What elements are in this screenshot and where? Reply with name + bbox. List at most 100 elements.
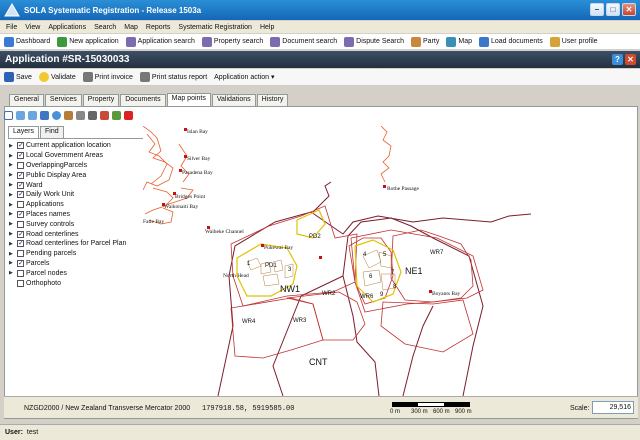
menu-item-0[interactable]: File <box>6 24 17 31</box>
measure-icon[interactable] <box>76 111 85 120</box>
zoom-extent-icon[interactable] <box>4 111 13 120</box>
toolbar-button-2[interactable]: Application search <box>125 36 195 47</box>
toolbar-button-3[interactable]: Property search <box>201 36 263 47</box>
pan-icon[interactable] <box>40 111 49 120</box>
tab-4[interactable]: Map points <box>166 93 211 106</box>
toolbar-button-7[interactable]: Map <box>446 36 472 47</box>
layer-tab-0[interactable]: Layers <box>8 126 40 138</box>
layer-checkbox[interactable]: ✓ <box>17 191 24 199</box>
scale-input[interactable]: 29,516 <box>592 401 634 414</box>
map-place-label: Waikonaiti Bay <box>164 204 198 210</box>
layer-checkbox[interactable] <box>17 279 24 287</box>
remove-point-icon[interactable] <box>124 111 133 120</box>
menu-item-1[interactable]: View <box>25 24 40 31</box>
layer-checkbox[interactable]: ✓ <box>17 181 24 189</box>
road-centerlines <box>217 181 532 396</box>
save-button[interactable]: Save <box>4 72 32 82</box>
expand-arrow-icon[interactable]: ▶ <box>9 202 15 208</box>
zoom-out-icon[interactable] <box>28 111 37 120</box>
chevron-down-icon: ▾ <box>271 74 275 81</box>
menu-item-6[interactable]: Systematic Registration <box>178 24 252 31</box>
layer-checkbox[interactable] <box>17 161 24 169</box>
menu-item-3[interactable]: Search <box>94 24 116 31</box>
layer-checkbox[interactable] <box>17 250 24 258</box>
layer-checkbox[interactable] <box>17 269 24 277</box>
toolbar-button-label: Dispute Search <box>356 38 405 45</box>
layer-checkbox[interactable]: ✓ <box>17 259 24 267</box>
application-action-dropdown[interactable]: Application action ▾ <box>214 73 275 82</box>
toolbar-button-label: User profile <box>561 38 598 45</box>
expand-arrow-icon[interactable]: ▶ <box>9 162 15 168</box>
add-point-icon[interactable] <box>100 111 109 120</box>
layer-tab-1[interactable]: Find <box>40 126 64 138</box>
close-button[interactable]: ✕ <box>622 3 636 16</box>
expand-arrow-icon[interactable]: ▶ <box>9 211 15 217</box>
tab-0[interactable]: General <box>9 94 44 106</box>
map-place-label: Bridges Point <box>175 194 206 200</box>
expand-arrow-icon[interactable]: ▶ <box>9 251 15 257</box>
expand-arrow-icon[interactable]: ▶ <box>9 231 15 237</box>
layer-label: Orthophoto <box>26 279 62 287</box>
layer-checkbox[interactable]: ✓ <box>17 171 24 179</box>
expand-arrow-icon[interactable]: ▶ <box>9 260 15 266</box>
dashboard-icon <box>4 36 14 47</box>
layer-checkbox[interactable]: ✓ <box>17 240 24 248</box>
zone-label: 1 <box>247 261 251 267</box>
toolbar-button-0[interactable]: Dashboard <box>4 36 50 47</box>
validate-button[interactable]: Validate <box>38 72 76 82</box>
zoom-in-icon[interactable] <box>16 111 25 120</box>
toolbar-button-6[interactable]: Party <box>411 36 439 47</box>
window-title: SOLA Systematic Registration - Release 1… <box>24 5 202 15</box>
menu-item-7[interactable]: Help <box>260 24 274 31</box>
toolbar-button-1[interactable]: New application <box>57 36 119 47</box>
close-form-icon[interactable]: ✕ <box>625 54 636 65</box>
menu-item-5[interactable]: Reports <box>146 24 171 31</box>
expand-arrow-icon[interactable]: ▶ <box>9 221 15 227</box>
toolbar-button-8[interactable]: Load documents <box>478 36 543 47</box>
layer-label: Pending parcels <box>26 250 77 258</box>
layer-checkbox[interactable]: ✓ <box>17 152 24 160</box>
maximize-button[interactable]: □ <box>606 3 620 16</box>
menu-item-2[interactable]: Applications <box>48 24 86 31</box>
expand-arrow-icon[interactable]: ▶ <box>9 192 15 198</box>
tab-5[interactable]: Validations <box>211 94 256 106</box>
zone-label: 5 <box>383 252 387 258</box>
sola-logo-icon <box>4 3 20 17</box>
tab-1[interactable]: Services <box>44 94 82 106</box>
tab-6[interactable]: History <box>256 94 289 106</box>
tab-2[interactable]: Property <box>82 94 120 106</box>
scale-bar-label: 900 m <box>455 409 472 415</box>
scale-bar-label: 300 m <box>411 409 428 415</box>
help-icon[interactable]: ? <box>612 54 623 65</box>
expand-arrow-icon[interactable]: ▶ <box>9 153 15 159</box>
layer-checkbox[interactable] <box>17 220 24 228</box>
menu-item-4[interactable]: Map <box>124 24 138 31</box>
map-canvas[interactable]: Islan Bay Silver Bay Pasadena Bay Bridge… <box>143 126 633 396</box>
move-point-icon[interactable] <box>112 111 121 120</box>
action-bar: Save Validate Print invoice Print status… <box>0 69 640 86</box>
minimize-button[interactable]: – <box>590 3 604 16</box>
toolbar-button-label: New application <box>69 38 119 45</box>
print-invoice-button[interactable]: Print invoice <box>82 72 133 82</box>
layer-item: ▶ ✓ Daily Work Unit <box>8 190 143 200</box>
info-icon[interactable] <box>52 111 61 120</box>
application-action-label: Application action <box>214 73 270 81</box>
print-status-report-button[interactable]: Print status report <box>139 72 207 82</box>
expand-arrow-icon[interactable]: ▶ <box>9 182 15 188</box>
edit-icon[interactable] <box>64 111 73 120</box>
toolbar-button-5[interactable]: Dispute Search <box>344 36 405 47</box>
expand-arrow-icon[interactable]: ▶ <box>9 241 15 247</box>
expand-arrow-icon[interactable]: ▶ <box>9 270 15 276</box>
print-map-icon[interactable] <box>88 111 97 120</box>
tab-3[interactable]: Documents <box>120 94 166 106</box>
layer-checkbox[interactable] <box>17 201 24 209</box>
layer-checkbox[interactable]: ✓ <box>17 230 24 238</box>
expand-arrow-icon[interactable]: ▶ <box>9 143 15 149</box>
layer-checkbox[interactable]: ✓ <box>17 210 24 218</box>
toolbar-button-4[interactable]: Document search <box>270 36 337 47</box>
layer-item: Orthophoto <box>8 278 143 288</box>
layer-checkbox[interactable]: ✓ <box>17 142 24 150</box>
toolbar-button-9[interactable]: User profile <box>549 36 598 47</box>
expand-arrow-icon[interactable]: ▶ <box>9 172 15 178</box>
map-place-label: Boyants Bay <box>432 291 461 297</box>
